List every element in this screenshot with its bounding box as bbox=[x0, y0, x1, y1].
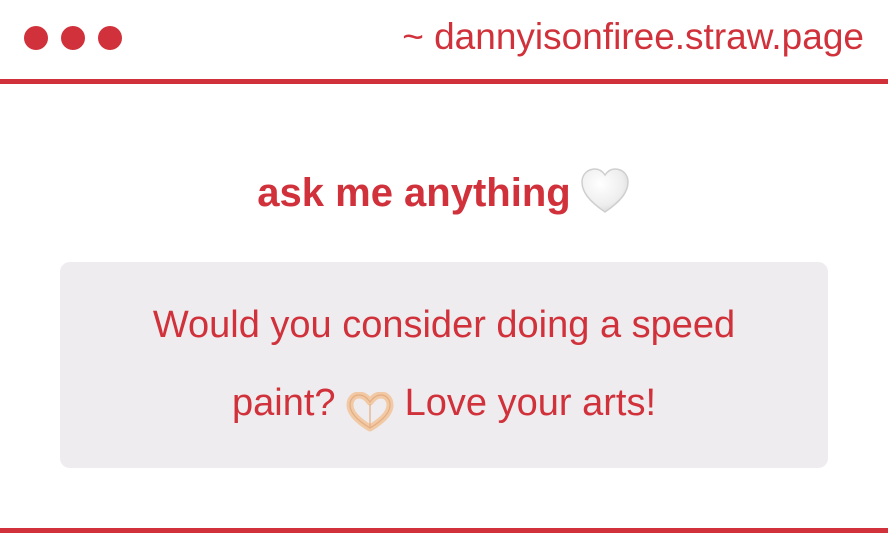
white-heart-icon bbox=[579, 165, 631, 217]
site-url[interactable]: ~ dannyisonfiree.straw.page bbox=[402, 14, 864, 60]
question-line-2-end: Love your arts! bbox=[404, 382, 656, 424]
window-controls bbox=[24, 26, 122, 50]
heading-text: ask me anything bbox=[257, 171, 571, 215]
page-heading: ask me anything bbox=[0, 160, 888, 226]
bottom-divider bbox=[0, 528, 888, 533]
maximize-dot-icon[interactable] bbox=[98, 26, 122, 50]
question-card: Would you consider doing a speed paint? … bbox=[60, 262, 828, 468]
close-dot-icon[interactable] bbox=[24, 26, 48, 50]
title-bar: ~ dannyisonfiree.straw.page bbox=[0, 0, 888, 84]
minimize-dot-icon[interactable] bbox=[61, 26, 85, 50]
question-line-1: Would you consider doing a speed bbox=[152, 304, 736, 346]
browser-window: ~ dannyisonfiree.straw.page ask me anyth… bbox=[0, 0, 888, 538]
heart-hands-icon bbox=[346, 381, 394, 432]
question-text: Would you consider doing a speed paint? … bbox=[90, 286, 798, 442]
question-line-2-start: paint? bbox=[231, 382, 336, 424]
